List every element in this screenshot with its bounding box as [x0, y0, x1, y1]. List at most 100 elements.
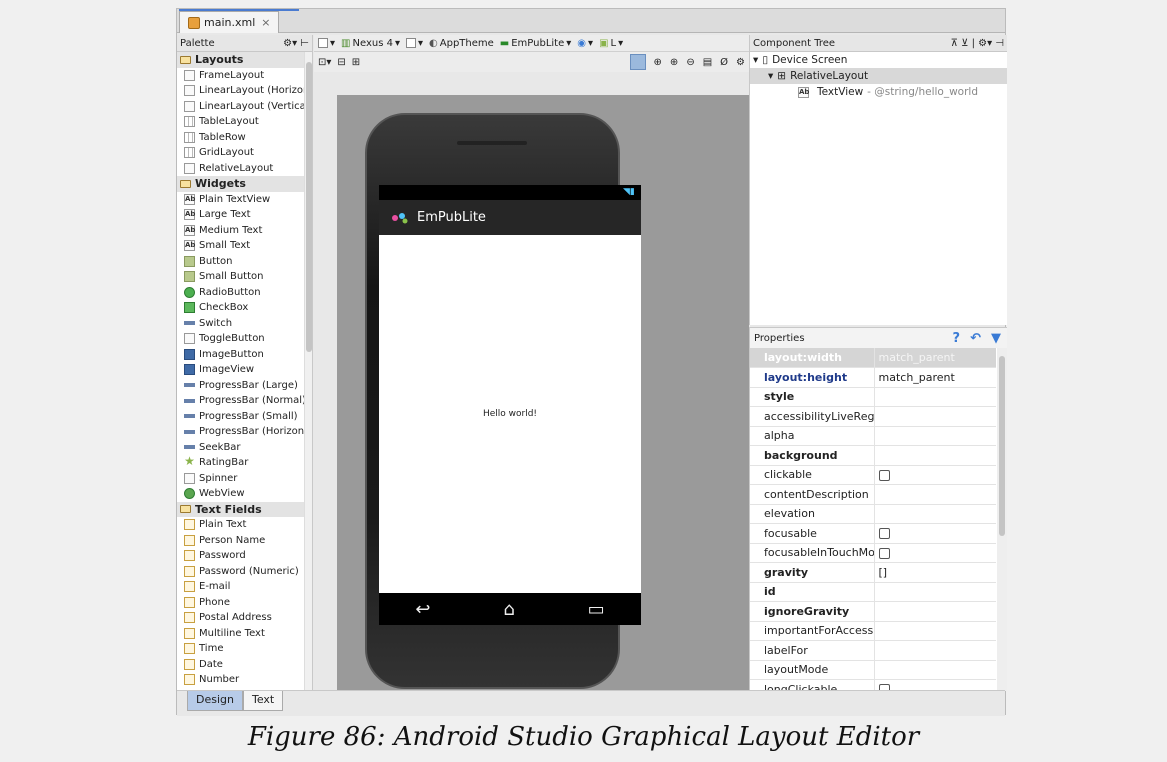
property-checkbox[interactable]	[878, 528, 890, 540]
property-row[interactable]: background	[750, 445, 996, 466]
property-row[interactable]: accessibilityLiveRegic	[750, 406, 996, 427]
palette-item[interactable]: ImageView	[177, 362, 312, 378]
palette-item[interactable]: RadioButton	[177, 285, 312, 301]
palette-item[interactable]: ProgressBar (Small)	[177, 409, 312, 425]
screenshot-icon[interactable]: ▤	[703, 57, 712, 68]
zoom-actual-icon[interactable]	[629, 54, 646, 70]
scrollbar-thumb[interactable]	[999, 356, 1005, 536]
property-value[interactable]	[873, 621, 996, 641]
property-row[interactable]: elevation	[750, 504, 996, 524]
help-icon[interactable]: ?	[953, 331, 961, 346]
zoom-out-icon[interactable]: ⊖	[686, 57, 694, 68]
tree-node-device-screen[interactable]: ▾ ▯ Device Screen	[750, 52, 1007, 68]
hello-world-textview[interactable]: Hello world!	[483, 409, 537, 419]
palette-category[interactable]: Text Fields	[177, 501, 312, 517]
palette-item[interactable]: Small Button	[177, 269, 312, 285]
palette-item[interactable]: CheckBox	[177, 300, 312, 316]
device-selector[interactable]: ▥ Nexus 4 ▾	[341, 38, 400, 49]
vertical-expand-icon[interactable]: ⊞	[352, 57, 360, 68]
palette-item[interactable]: ★ RatingBar	[177, 455, 312, 471]
palette-item[interactable]: Phone	[177, 595, 312, 611]
palette-item[interactable]: ToggleButton	[177, 331, 312, 347]
property-row[interactable]: contentDescription	[750, 484, 996, 505]
property-value[interactable]	[873, 660, 996, 680]
palette-item[interactable]: Number	[177, 672, 312, 688]
property-row[interactable]: style	[750, 387, 996, 407]
property-checkbox[interactable]	[878, 547, 890, 559]
palette-item[interactable]: RelativeLayout	[177, 161, 312, 177]
property-value[interactable]: match_parent	[873, 348, 996, 368]
device-orientation-button[interactable]: ▾	[318, 38, 335, 49]
property-value[interactable]	[873, 465, 996, 485]
collapse-icon[interactable]: ▾	[768, 70, 773, 82]
palette-item[interactable]: Time	[177, 641, 312, 657]
property-value[interactable]	[873, 387, 996, 407]
scrollbar-thumb[interactable]	[306, 62, 312, 352]
palette-category[interactable]: Layouts	[177, 52, 312, 68]
settings-icon[interactable]: ⚙	[736, 57, 745, 68]
palette-item[interactable]: Spinner	[177, 471, 312, 487]
palette-item[interactable]: GridLayout	[177, 145, 312, 161]
property-row[interactable]: ignoreGravity	[750, 601, 996, 622]
property-value[interactable]	[873, 426, 996, 446]
properties-scrollbar[interactable]	[997, 348, 1007, 691]
palette-item[interactable]: Date	[177, 657, 312, 673]
property-row[interactable]: layout:width match_parent	[750, 348, 996, 368]
palette-item[interactable]: Ab Plain TextView	[177, 192, 312, 208]
zoom-fit-icon[interactable]: ⊕	[654, 57, 662, 68]
close-icon[interactable]: ×	[261, 16, 270, 29]
property-value[interactable]	[873, 484, 996, 505]
filter-icon[interactable]: ▼	[991, 331, 1001, 346]
theme-selector[interactable]: ◐ AppTheme	[429, 38, 494, 49]
palette-item[interactable]: Plain Text	[177, 517, 312, 533]
collapse-icon[interactable]: ▾	[753, 54, 758, 66]
tab-design[interactable]: Design	[187, 691, 243, 711]
file-tab-main-xml[interactable]: main.xml ×	[179, 11, 280, 33]
property-value[interactable]	[873, 582, 996, 602]
tree-node-relativelayout[interactable]: ▾ ⊞ RelativeLayout	[750, 68, 1007, 84]
property-row[interactable]: clickable	[750, 465, 996, 485]
palette-item[interactable]: SeekBar	[177, 440, 312, 456]
palette-item[interactable]: Switch	[177, 316, 312, 332]
palette-item[interactable]: Password	[177, 548, 312, 564]
api-selector[interactable]: ▣ L ▾	[599, 38, 623, 49]
palette-item[interactable]: Ab Medium Text	[177, 223, 312, 239]
palette-item[interactable]: Button	[177, 254, 312, 270]
property-row[interactable]: importantForAccessit	[750, 621, 996, 641]
property-value[interactable]	[873, 523, 996, 544]
palette-item[interactable]: ImageButton	[177, 347, 312, 363]
property-row[interactable]: id	[750, 582, 996, 602]
palette-item[interactable]: ProgressBar (Large)	[177, 378, 312, 394]
tab-text[interactable]: Text	[242, 691, 284, 711]
palette-item[interactable]: E-mail	[177, 579, 312, 595]
property-value[interactable]	[873, 640, 996, 661]
palette-item[interactable]: ProgressBar (Normal)	[177, 393, 312, 409]
property-checkbox[interactable]	[878, 469, 890, 481]
fit-screen-icon[interactable]: ⊡▾	[318, 57, 331, 68]
palette-item[interactable]: Postal Address	[177, 610, 312, 626]
palette-item[interactable]: TableRow	[177, 130, 312, 146]
property-value[interactable]: []	[873, 562, 996, 583]
gear-icon[interactable]: ⚙▾ ⊢	[283, 38, 309, 49]
property-row[interactable]: labelFor	[750, 640, 996, 661]
design-canvas[interactable]: ◥▮ EmPubLite Hello world! ↩ ⌂ ▭	[337, 95, 749, 690]
layout-preview[interactable]: Hello world!	[379, 235, 641, 593]
zoom-in-icon[interactable]: ⊕	[670, 57, 678, 68]
property-row[interactable]: focusableInTouchMo	[750, 543, 996, 563]
property-row[interactable]: alpha	[750, 426, 996, 446]
property-value[interactable]	[873, 543, 996, 563]
palette-item[interactable]: Ab Large Text	[177, 207, 312, 223]
config-button[interactable]: ▾	[405, 38, 423, 49]
palette-item[interactable]: TableLayout	[177, 114, 312, 130]
property-value[interactable]	[873, 504, 996, 524]
activity-selector[interactable]: ▬ EmPubLite ▾	[500, 38, 572, 49]
palette-item[interactable]: Ab Small Text	[177, 238, 312, 254]
palette-item[interactable]: LinearLayout (Horizon	[177, 83, 312, 99]
palette-item[interactable]: Multiline Text	[177, 626, 312, 642]
palette-item[interactable]: FrameLayout	[177, 68, 312, 84]
palette-category[interactable]: Widgets	[177, 176, 312, 192]
palette-item[interactable]: ProgressBar (Horizon	[177, 424, 312, 440]
palette-item[interactable]: Person Name	[177, 533, 312, 549]
palette-item[interactable]: WebView	[177, 486, 312, 502]
horizontal-expand-icon[interactable]: ⊟	[337, 57, 345, 68]
